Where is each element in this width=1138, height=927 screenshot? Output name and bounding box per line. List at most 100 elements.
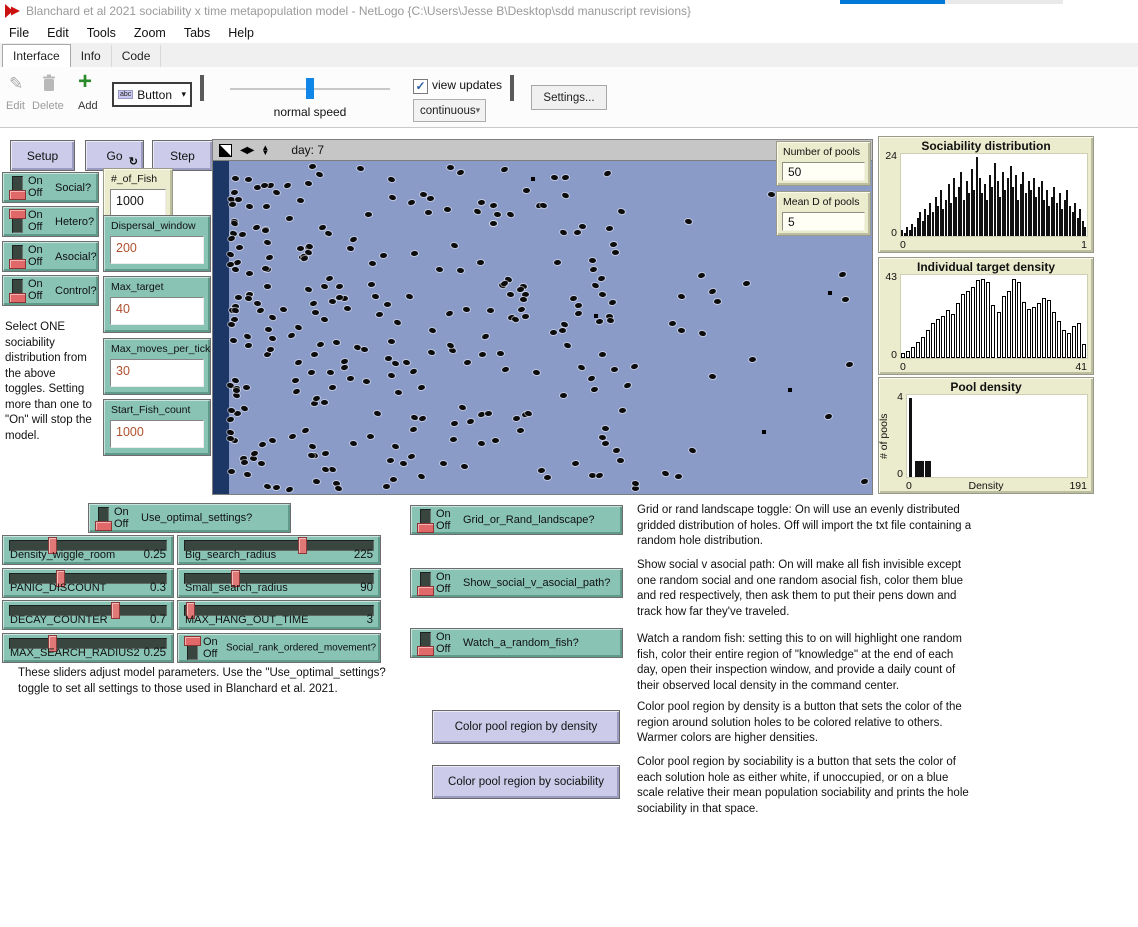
fish-dot — [264, 284, 271, 289]
input-max-moves-per-tick[interactable]: Max_moves_per_tick 30 — [103, 338, 211, 395]
menu-tools[interactable]: Tools — [78, 24, 125, 42]
tab-interface[interactable]: Interface — [2, 44, 71, 68]
menu-edit[interactable]: Edit — [38, 24, 78, 42]
plot-xmax-label: 1 — [1081, 239, 1087, 251]
switch-asocial[interactable]: On Off Asocial? — [2, 241, 99, 272]
fish-dot — [304, 180, 312, 186]
switch-handle[interactable] — [9, 190, 26, 200]
switch-handle[interactable] — [417, 646, 434, 656]
tab-code[interactable]: Code — [112, 45, 162, 67]
menu-help[interactable]: Help — [219, 24, 263, 42]
fish-dot — [516, 427, 523, 433]
edit-tool-label[interactable]: Edit — [6, 100, 25, 112]
switch-track[interactable] — [12, 176, 23, 199]
add-tool-label[interactable]: Add — [78, 100, 98, 112]
slider-density-wiggle-room[interactable]: Density_wiggle_room 0.25 — [2, 535, 174, 565]
fish-dot — [320, 316, 328, 322]
fish-dot — [246, 271, 253, 276]
switch-track[interactable] — [98, 507, 109, 530]
slider-panic-discount[interactable]: PANIC_DISCOUNT 0.3 — [2, 568, 174, 598]
switch-control[interactable]: On Off Control? — [2, 275, 99, 306]
switch-track[interactable] — [420, 632, 431, 655]
view-updates-checkbox[interactable]: ✓ — [413, 79, 428, 94]
fish-dot — [611, 367, 618, 373]
step-button[interactable]: Step — [152, 140, 213, 171]
plot-bar — [956, 303, 960, 358]
setup-button[interactable]: Setup — [10, 140, 75, 171]
switch-show-social-v-asocial-path[interactable]: On Off Show_social_v_asocial_path? — [410, 568, 623, 598]
input-start-fish-count[interactable]: Start_Fish_count 1000 — [103, 399, 211, 456]
resize-view-icon[interactable] — [219, 144, 232, 157]
menubar: File Edit Tools Zoom Tabs Help — [0, 22, 1138, 43]
slider-handle[interactable] — [111, 602, 120, 619]
switch-track[interactable] — [420, 509, 431, 532]
slider-handle[interactable] — [298, 537, 307, 554]
menu-zoom[interactable]: Zoom — [125, 24, 175, 42]
color-pool-region-by-sociability-button[interactable]: Color pool region by sociability — [432, 765, 620, 799]
toolbar-separator — [200, 75, 204, 101]
update-mode-dropdown[interactable]: continuous ▾ — [413, 99, 486, 122]
switch-handle[interactable] — [417, 523, 434, 533]
add-plus-icon[interactable]: + — [78, 68, 92, 96]
switch-handle[interactable] — [9, 209, 26, 219]
switch-use-optimal-settings[interactable]: On Off Use_optimal_settings? — [88, 503, 291, 533]
view-updates-label[interactable]: view updates — [432, 78, 502, 92]
fish-dot — [340, 358, 348, 365]
horizontal-arrows-icon[interactable]: ◀▶ — [240, 145, 253, 156]
input-field[interactable]: 30 — [110, 359, 204, 387]
delete-trash-icon[interactable] — [41, 74, 57, 93]
switch-hetero[interactable]: On Off Hetero? — [2, 206, 99, 237]
slider-big-search-radius[interactable]: Big_search_radius 225 — [177, 535, 381, 565]
switch-track[interactable] — [420, 572, 431, 595]
fish-dot — [607, 317, 615, 323]
fish-dot — [824, 413, 832, 420]
input-dispersal-window[interactable]: Dispersal_window 200 — [103, 215, 211, 272]
switch-handle[interactable] — [9, 259, 26, 269]
widget-type-dropdown[interactable]: abc Button ▾ — [112, 82, 192, 107]
fish-dot — [325, 275, 333, 281]
plot-bar — [916, 342, 920, 358]
slider-max-search-radius2[interactable]: MAX_SEARCH_RADIUS2 0.25 — [2, 633, 174, 663]
color-pool-region-by-density-button[interactable]: Color pool region by density — [432, 710, 620, 744]
fish-dot — [482, 334, 490, 341]
switch-handle[interactable] — [417, 586, 434, 596]
switch-track[interactable] — [187, 637, 198, 660]
switch-track[interactable] — [12, 245, 23, 268]
fish-dot — [554, 260, 561, 265]
tab-info[interactable]: Info — [71, 45, 112, 67]
vertical-arrows-icon[interactable]: ▲▼ — [261, 145, 269, 155]
input-field[interactable]: 1000 — [110, 189, 166, 217]
switch-social-rank-ordered-movement[interactable]: On Off Social_rank_ordered_movement? — [177, 633, 381, 663]
go-button[interactable]: Go ↻ — [85, 140, 144, 171]
settings-button[interactable]: Settings... — [531, 85, 607, 110]
fish-dot — [619, 408, 626, 414]
switch-grid-or-rand-landscape[interactable]: On Off Grid_or_Rand_landscape? — [410, 505, 623, 535]
input-field[interactable]: 200 — [110, 236, 204, 264]
switch-off-label: Off — [203, 648, 217, 660]
input-max-target[interactable]: Max_target 40 — [103, 276, 211, 333]
input-field[interactable]: 40 — [110, 297, 204, 325]
menu-tabs[interactable]: Tabs — [175, 24, 219, 42]
switch-social[interactable]: On Off Social? — [2, 172, 99, 203]
input-field[interactable]: 1000 — [110, 420, 204, 448]
switch-handle[interactable] — [184, 636, 201, 646]
switch-track[interactable] — [12, 279, 23, 302]
world-view[interactable] — [212, 161, 873, 495]
speed-slider-handle[interactable] — [306, 78, 314, 99]
fish-dot — [507, 291, 515, 297]
switch-name: Hetero? — [55, 216, 94, 228]
fish-dot — [436, 266, 444, 272]
slider-value: 0.25 — [144, 549, 166, 561]
slider-max-hang-out-time[interactable]: MAX_HANG_OUT_TIME 3 — [177, 600, 381, 630]
switch-handle[interactable] — [9, 293, 26, 303]
switch-handle[interactable] — [95, 521, 112, 531]
menu-file[interactable]: File — [0, 24, 38, 42]
edit-pencil-icon[interactable]: ✎ — [9, 74, 23, 94]
plot-ymax-label: 43 — [879, 271, 897, 283]
fish-dot — [708, 374, 716, 380]
slider-small-search-radius[interactable]: Small_search_radius 90 — [177, 568, 381, 598]
setup-button-label: Setup — [27, 149, 58, 163]
switch-track[interactable] — [12, 210, 23, 233]
slider-decay-counter[interactable]: DECAY_COUNTER 0.7 — [2, 600, 174, 630]
switch-watch-a-random-fish[interactable]: On Off Watch_a_random_fish? — [410, 628, 623, 658]
